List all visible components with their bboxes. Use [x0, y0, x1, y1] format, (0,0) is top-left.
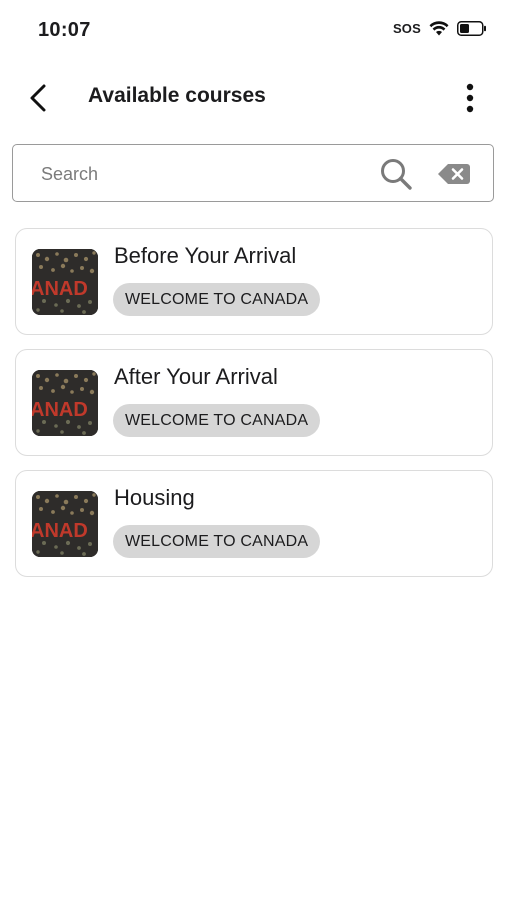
course-title: Housing	[114, 485, 195, 510]
course-list: ANAD Before Your Arrival WELCOME TO CANA…	[15, 228, 493, 591]
sos-indicator: SOS	[392, 20, 421, 36]
course-card-after-your-arrival[interactable]: ANAD After Your Arrival WELCOME TO CANAD…	[15, 349, 493, 456]
course-title: After Your Arrival	[114, 364, 278, 389]
course-category-tag: WELCOME TO CANADA	[113, 404, 321, 437]
course-category-tag: WELCOME TO CANADA	[113, 525, 321, 558]
status-indicators: SOS	[393, 20, 487, 36]
svg-text:ANAD: ANAD	[32, 520, 88, 542]
search-bar	[12, 144, 494, 202]
search-icon[interactable]	[379, 157, 413, 191]
battery-icon	[457, 20, 487, 36]
course-title: Before Your Arrival	[114, 243, 297, 268]
course-thumbnail: ANAD	[32, 491, 98, 557]
page-title: Available courses	[88, 84, 266, 107]
backspace-clear-icon[interactable]	[437, 162, 471, 186]
course-card-before-your-arrival[interactable]: ANAD Before Your Arrival WELCOME TO CANA…	[15, 228, 493, 335]
course-thumbnail: ANAD	[32, 370, 98, 436]
status-time: 10:07	[38, 19, 91, 41]
wifi-icon	[429, 20, 449, 36]
search-input[interactable]	[39, 157, 363, 191]
course-thumbnail: ANAD	[32, 249, 98, 315]
course-category-tag: WELCOME TO CANADA	[113, 283, 321, 316]
svg-text:ANAD: ANAD	[32, 278, 88, 300]
svg-text:ANAD: ANAD	[32, 399, 88, 421]
chevron-left-icon	[30, 84, 46, 112]
back-button[interactable]	[20, 80, 56, 116]
course-card-housing[interactable]: ANAD Housing WELCOME TO CANADA	[15, 470, 493, 577]
status-bar: 10:07 SOS	[0, 0, 507, 64]
more-options-button[interactable]	[455, 80, 485, 116]
more-vertical-icon	[466, 83, 474, 113]
app-header: Available courses	[0, 70, 507, 126]
